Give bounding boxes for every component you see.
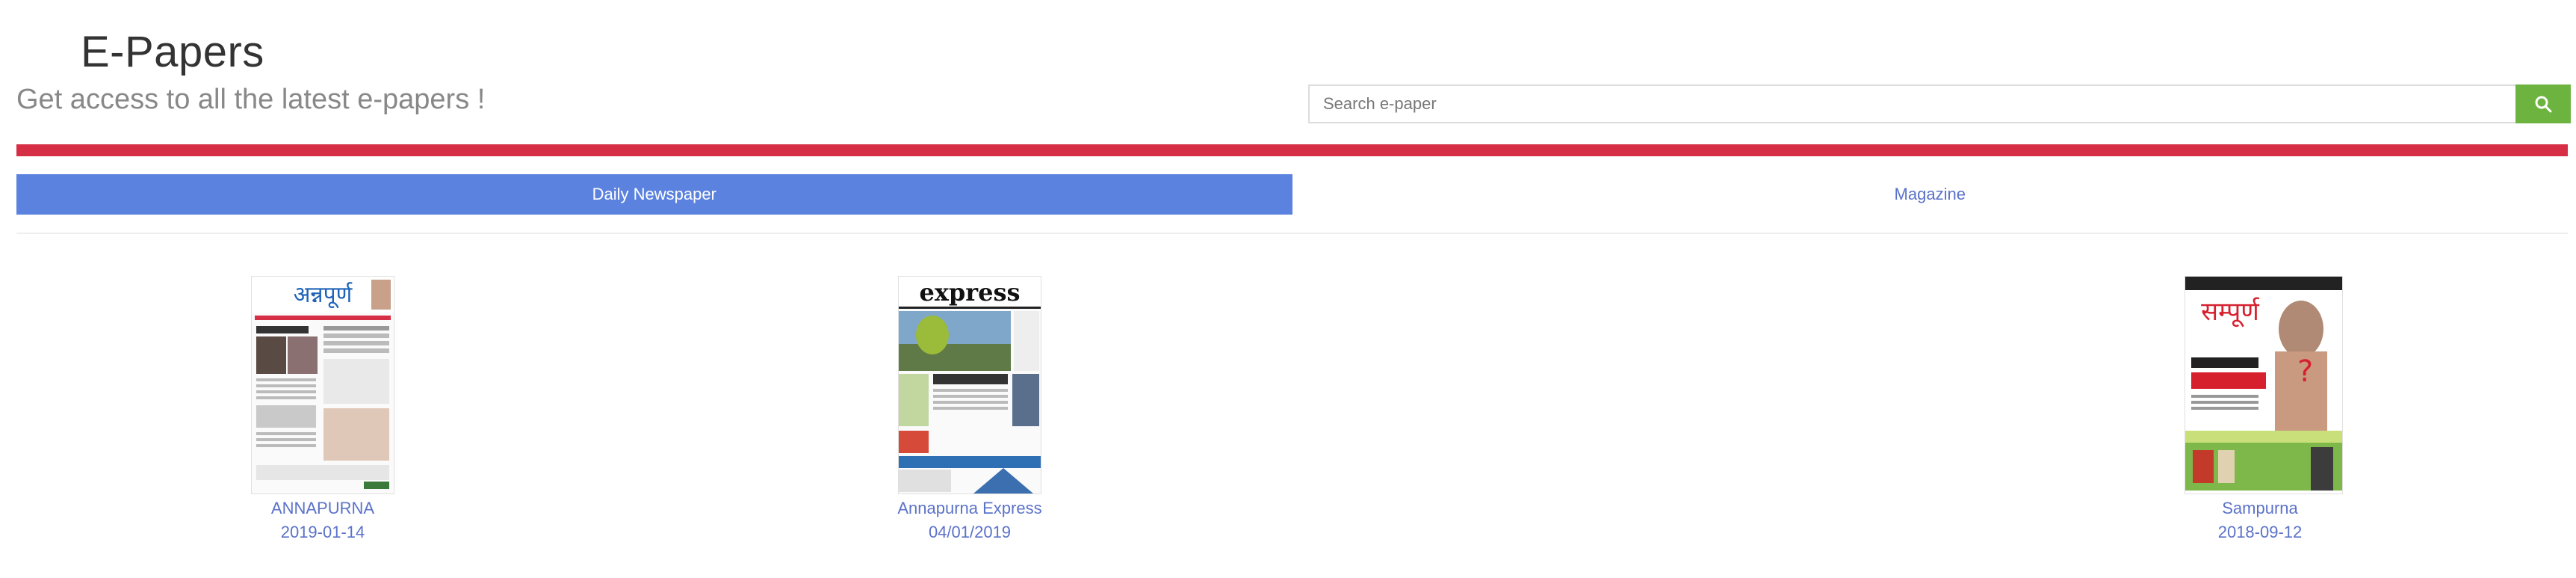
- masthead-text: अन्नपूर्ण: [294, 282, 353, 309]
- masthead-text: express: [919, 278, 1020, 307]
- paper-thumbnail[interactable]: सम्पूर्ण ?: [2185, 277, 2342, 494]
- paper-name[interactable]: Sampurna: [2185, 496, 2335, 520]
- tab-magazine[interactable]: Magazine: [1292, 174, 2568, 215]
- page-subtitle: Get access to all the latest e-papers !: [16, 84, 486, 115]
- paper-card-annapurna-express[interactable]: express Annapurna Express 04/01/2019: [895, 277, 1044, 544]
- divider: [16, 233, 2568, 234]
- accent-bar: [16, 144, 2568, 156]
- paper-date[interactable]: 04/01/2019: [895, 520, 1044, 544]
- svg-text:?: ?: [2297, 354, 2313, 389]
- search-input[interactable]: [1308, 84, 2515, 123]
- paper-thumbnail[interactable]: अन्नपूर्ण: [252, 277, 394, 494]
- paper-thumbnail[interactable]: express: [899, 277, 1041, 494]
- category-tabs: Daily Newspaper Magazine: [16, 174, 2568, 215]
- paper-date[interactable]: 2018-09-12: [2185, 520, 2335, 544]
- tab-daily-newspaper[interactable]: Daily Newspaper: [16, 174, 1292, 215]
- paper-name[interactable]: ANNAPURNA: [248, 496, 397, 520]
- paper-name[interactable]: Annapurna Express: [895, 496, 1044, 520]
- page-title: E-Papers: [81, 28, 264, 76]
- paper-date[interactable]: 2019-01-14: [248, 520, 397, 544]
- paper-card-annapurna[interactable]: अन्नपूर्ण ANNAPURNA 2019-01-14: [248, 277, 397, 544]
- search-icon: [2535, 96, 2552, 113]
- search-bar: [1308, 84, 2571, 123]
- search-button[interactable]: [2515, 84, 2571, 123]
- masthead-text: सम्पूर्ण: [2201, 297, 2260, 328]
- epapers-page: E-Papers Get access to all the latest e-…: [0, 0, 2576, 578]
- paper-card-sampurna[interactable]: सम्पूर्ण ? Sampurna 2018-09-12: [2185, 277, 2342, 544]
